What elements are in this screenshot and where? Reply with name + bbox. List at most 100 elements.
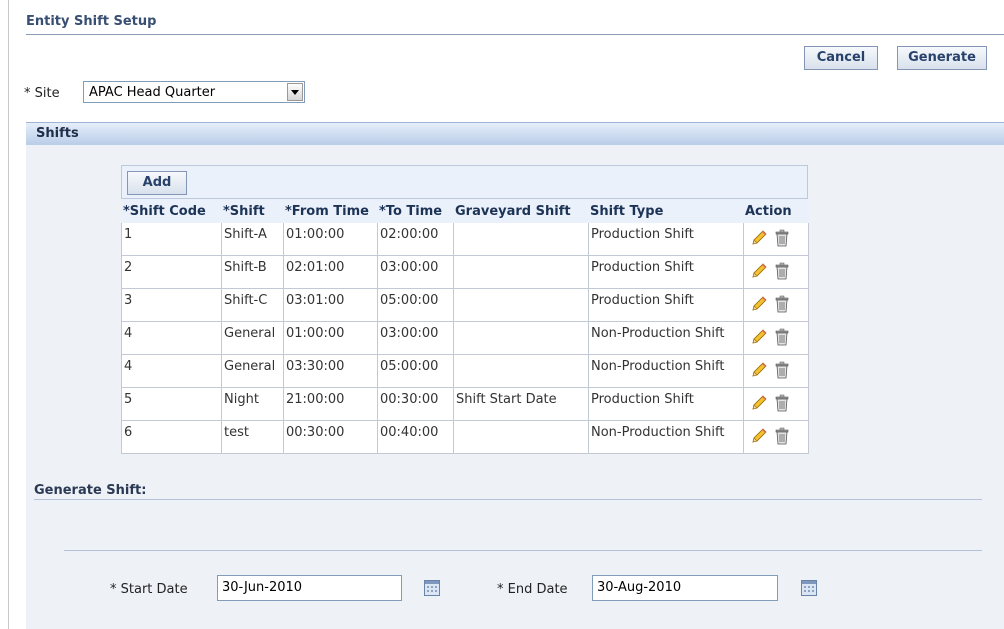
shift-cell: General bbox=[221, 354, 284, 388]
shift-cell: General bbox=[221, 321, 284, 355]
shift-type-cell: Production Shift bbox=[588, 288, 744, 322]
shift-type-cell: Non-Production Shift bbox=[588, 354, 744, 388]
shift-type-cell: Production Shift bbox=[588, 222, 744, 256]
calendar-icon[interactable] bbox=[424, 580, 440, 600]
shift-code-cell: 4 bbox=[121, 321, 222, 355]
to-time-cell: 00:40:00 bbox=[377, 420, 454, 454]
action-cell bbox=[743, 354, 809, 388]
to-time-cell: 05:00:00 bbox=[377, 288, 454, 322]
from-time-cell: 00:30:00 bbox=[283, 420, 378, 454]
shift-code-cell: 5 bbox=[121, 387, 222, 421]
shift-type-cell: Non-Production Shift bbox=[588, 420, 744, 454]
chevron-down-icon[interactable] bbox=[287, 83, 303, 101]
column-header-action: Action bbox=[743, 199, 809, 223]
trash-icon[interactable] bbox=[774, 229, 790, 251]
pencil-icon[interactable] bbox=[750, 262, 768, 284]
graveyard-shift-cell bbox=[453, 255, 589, 289]
action-cell bbox=[743, 255, 809, 289]
graveyard-shift-cell bbox=[453, 222, 589, 256]
site-select[interactable]: APAC Head Quarter bbox=[83, 81, 305, 103]
column-header-to-time: *To Time bbox=[377, 199, 454, 223]
trash-icon[interactable] bbox=[774, 328, 790, 350]
action-cell bbox=[743, 222, 809, 256]
table-row: 5 Night 21:00:00 00:30:00 Shift Start Date Pr… bbox=[121, 387, 809, 421]
shift-code-cell: 3 bbox=[121, 288, 222, 322]
start-date-input[interactable]: 30-Jun-2010 bbox=[217, 575, 402, 601]
table-row: 3 Shift-C 03:01:00 05:00:00 Production Shift bbox=[121, 288, 809, 322]
column-header-shift-type: Shift Type bbox=[588, 199, 744, 223]
shift-cell: Shift-B bbox=[221, 255, 284, 289]
column-header-graveyard-shift: Graveyard Shift bbox=[453, 199, 589, 223]
to-time-cell: 03:00:00 bbox=[377, 321, 454, 355]
shift-cell: test bbox=[221, 420, 284, 454]
generate-button[interactable]: Generate bbox=[897, 46, 987, 70]
table-row: 4 General 03:30:00 05:00:00 Non-Production S… bbox=[121, 354, 809, 388]
shift-type-cell: Non-Production Shift bbox=[588, 321, 744, 355]
table-row: 6 test 00:30:00 00:40:00 Non-Production Shif… bbox=[121, 420, 809, 454]
table-row: 1 Shift-A 01:00:00 02:00:00 Production Shift bbox=[121, 222, 809, 256]
table-row: 2 Shift-B 02:01:00 03:00:00 Production Shift bbox=[121, 255, 809, 289]
trash-icon[interactable] bbox=[774, 361, 790, 383]
graveyard-shift-cell bbox=[453, 288, 589, 322]
column-header-shift: *Shift bbox=[221, 199, 284, 223]
site-select-value: APAC Head Quarter bbox=[89, 85, 216, 100]
from-time-cell: 03:30:00 bbox=[283, 354, 378, 388]
trash-icon[interactable] bbox=[774, 394, 790, 416]
pencil-icon[interactable] bbox=[750, 229, 768, 251]
trash-icon[interactable] bbox=[774, 262, 790, 284]
graveyard-shift-cell: Shift Start Date bbox=[453, 387, 589, 421]
trash-icon[interactable] bbox=[774, 295, 790, 317]
title-divider bbox=[26, 34, 1004, 35]
pencil-icon[interactable] bbox=[750, 427, 768, 449]
from-time-cell: 03:01:00 bbox=[283, 288, 378, 322]
shift-cell: Night bbox=[221, 387, 284, 421]
to-time-cell: 02:00:00 bbox=[377, 222, 454, 256]
shifts-section-header: Shifts bbox=[26, 122, 1004, 146]
pencil-icon[interactable] bbox=[750, 295, 768, 317]
action-cell bbox=[743, 387, 809, 421]
table-row: 4 General 01:00:00 03:00:00 Non-Production S… bbox=[121, 321, 809, 355]
graveyard-shift-cell bbox=[453, 321, 589, 355]
shift-cell: Shift-A bbox=[221, 222, 284, 256]
page-left-border bbox=[8, 0, 9, 629]
action-cell bbox=[743, 321, 809, 355]
shifts-table: *Shift Code *Shift *From Time *To Time G… bbox=[121, 199, 809, 454]
to-time-cell: 00:30:00 bbox=[377, 387, 454, 421]
shift-code-cell: 2 bbox=[121, 255, 222, 289]
action-cell bbox=[743, 288, 809, 322]
add-shift-button[interactable]: Add bbox=[127, 171, 187, 195]
generate-shift-title: Generate Shift: bbox=[34, 483, 147, 498]
to-time-cell: 03:00:00 bbox=[377, 255, 454, 289]
graveyard-shift-cell bbox=[453, 354, 589, 388]
end-date-input[interactable]: 30-Aug-2010 bbox=[592, 575, 778, 601]
shift-code-cell: 1 bbox=[121, 222, 222, 256]
from-time-cell: 01:00:00 bbox=[283, 321, 378, 355]
generate-divider bbox=[34, 499, 982, 500]
pencil-icon[interactable] bbox=[750, 361, 768, 383]
generate-inner-divider bbox=[64, 550, 982, 551]
shifts-section-title: Shifts bbox=[36, 126, 79, 141]
trash-icon[interactable] bbox=[774, 427, 790, 449]
table-header-row: *Shift Code *Shift *From Time *To Time G… bbox=[121, 199, 809, 223]
from-time-cell: 01:00:00 bbox=[283, 222, 378, 256]
column-header-shift-code: *Shift Code bbox=[121, 199, 222, 223]
shift-type-cell: Production Shift bbox=[588, 255, 744, 289]
from-time-cell: 21:00:00 bbox=[283, 387, 378, 421]
to-time-cell: 05:00:00 bbox=[377, 354, 454, 388]
shift-code-cell: 6 bbox=[121, 420, 222, 454]
end-date-label: * End Date bbox=[497, 582, 568, 597]
site-label: * Site bbox=[24, 86, 60, 101]
calendar-icon[interactable] bbox=[801, 580, 817, 600]
action-cell bbox=[743, 420, 809, 454]
table-toolbar: Add bbox=[121, 165, 808, 199]
cancel-button[interactable]: Cancel bbox=[804, 46, 878, 70]
graveyard-shift-cell bbox=[453, 420, 589, 454]
from-time-cell: 02:01:00 bbox=[283, 255, 378, 289]
start-date-label: * Start Date bbox=[110, 582, 188, 597]
shift-cell: Shift-C bbox=[221, 288, 284, 322]
shift-code-cell: 4 bbox=[121, 354, 222, 388]
column-header-from-time: *From Time bbox=[283, 199, 378, 223]
pencil-icon[interactable] bbox=[750, 328, 768, 350]
shifts-table-region: Add *Shift Code *Shift *From Time *To Ti… bbox=[121, 165, 809, 467]
pencil-icon[interactable] bbox=[750, 394, 768, 416]
